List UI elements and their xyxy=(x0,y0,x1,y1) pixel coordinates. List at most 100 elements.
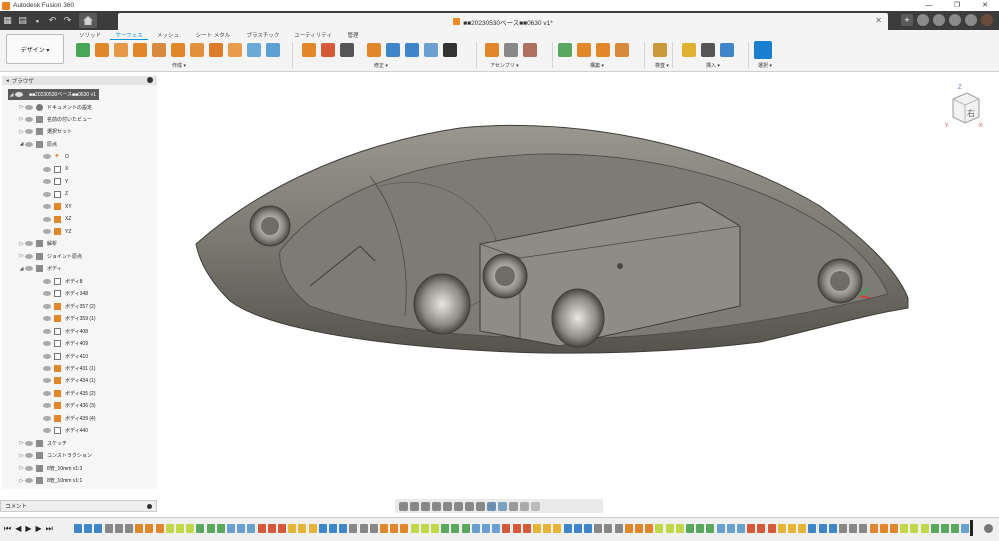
browser-item[interactable]: ボディ440 xyxy=(36,425,88,437)
timeline-feature-icon[interactable] xyxy=(74,524,82,533)
untrim-icon[interactable] xyxy=(321,43,335,57)
expand-toggle-icon[interactable]: ▷ xyxy=(18,478,25,484)
browser-item[interactable]: Y xyxy=(36,176,68,188)
tab-manage[interactable]: 管理 xyxy=(338,30,368,40)
environment-icon[interactable] xyxy=(509,501,518,511)
tab-surface[interactable]: サーフェス xyxy=(110,30,148,40)
timeline-feature-icon[interactable] xyxy=(349,524,358,533)
offset-plane-icon[interactable] xyxy=(558,43,572,57)
joint-icon[interactable] xyxy=(504,43,518,57)
timeline-feature-icon[interactable] xyxy=(686,524,694,533)
timeline-feature-icon[interactable] xyxy=(859,524,868,533)
timeline-feature-icon[interactable] xyxy=(145,524,154,533)
timeline-feature-icon[interactable] xyxy=(726,524,735,533)
browser-item[interactable]: ✦ O xyxy=(36,151,69,163)
browser-item[interactable]: X xyxy=(36,163,68,175)
timeline-feature-icon[interactable] xyxy=(288,524,297,533)
timeline-feature-icon[interactable] xyxy=(216,524,225,533)
tab-utility[interactable]: ユーティリティ xyxy=(288,30,338,40)
timeline-last-icon[interactable]: ⏭ xyxy=(46,524,53,534)
stitch-icon[interactable] xyxy=(405,43,419,57)
visibility-eye-icon[interactable] xyxy=(43,179,51,185)
browser-item[interactable]: ▷ スケッチ xyxy=(18,437,67,449)
timeline-feature-icon[interactable] xyxy=(614,524,623,533)
visibility-eye-icon[interactable] xyxy=(43,278,51,284)
timeline-feature-icon[interactable] xyxy=(318,524,327,533)
timeline-feature-icon[interactable] xyxy=(329,524,337,533)
plane-through-points-icon[interactable] xyxy=(615,43,629,57)
timeline-feature-icon[interactable] xyxy=(696,524,705,533)
redo-icon[interactable]: ↷ xyxy=(60,15,75,26)
visibility-eye-icon[interactable] xyxy=(43,428,51,434)
timeline-feature-icon[interactable] xyxy=(798,524,807,533)
visibility-eye-icon[interactable] xyxy=(43,216,51,222)
zoom-window-icon[interactable] xyxy=(443,501,452,511)
expand-toggle-icon[interactable]: ▷ xyxy=(18,241,25,247)
data-panel-grid-icon[interactable]: ▦ xyxy=(0,15,15,26)
visibility-eye-icon[interactable] xyxy=(43,403,51,409)
visibility-eye-icon[interactable] xyxy=(43,191,51,197)
patch-icon[interactable] xyxy=(171,43,185,57)
timeline-feature-icon[interactable] xyxy=(104,524,113,533)
visibility-eye-icon[interactable] xyxy=(43,415,51,421)
browser-item[interactable]: ◢ ボディ xyxy=(18,263,62,275)
object-visibility-icon[interactable] xyxy=(531,501,540,511)
expand-toggle-icon[interactable]: ▷ xyxy=(18,465,25,471)
save-icon[interactable]: ▪ xyxy=(30,16,45,26)
visibility-eye-icon[interactable] xyxy=(43,204,51,210)
visibility-eye-icon[interactable] xyxy=(43,303,51,309)
timeline-feature-icon[interactable] xyxy=(369,524,378,533)
timeline-feature-icon[interactable] xyxy=(114,524,123,533)
timeline-feature-icon[interactable] xyxy=(584,524,592,533)
insert-derive-icon[interactable] xyxy=(682,43,696,57)
grid-settings-icon[interactable] xyxy=(465,501,474,511)
minimize-button[interactable]: — xyxy=(915,0,943,11)
timeline-feature-icon[interactable] xyxy=(420,524,429,533)
maximize-button[interactable]: ❐ xyxy=(943,0,971,11)
unstitch-icon[interactable] xyxy=(424,43,438,57)
timeline-feature-icon[interactable] xyxy=(543,524,552,533)
help-icon[interactable] xyxy=(965,14,977,26)
timeline-play-icon[interactable]: ▶ xyxy=(25,524,31,534)
visibility-eye-icon[interactable] xyxy=(25,253,33,259)
browser-item[interactable]: ボディ410 xyxy=(36,350,88,362)
timeline-feature-icon[interactable] xyxy=(879,524,888,533)
browser-item[interactable]: Z xyxy=(36,188,68,200)
close-window-button[interactable]: ✕ xyxy=(971,0,999,11)
browser-item[interactable]: ボディ409 xyxy=(36,338,88,350)
browser-item[interactable]: ボディ359 (1) xyxy=(36,313,96,325)
split-body-icon[interactable] xyxy=(340,43,354,57)
expand-toggle-icon[interactable]: ▷ xyxy=(18,253,25,259)
expand-toggle-icon[interactable]: ▷ xyxy=(18,104,25,110)
browser-item[interactable]: ボディ435 (2) xyxy=(36,387,96,399)
visibility-eye-icon[interactable] xyxy=(25,241,33,247)
tab-solid[interactable]: ソリッド xyxy=(70,30,110,40)
document-tab[interactable]: ■■20230530ベース■■0630 v1* ✕ xyxy=(118,13,888,30)
browser-item[interactable]: ボディ436 (3) xyxy=(36,400,96,412)
visual-style-icon[interactable] xyxy=(498,501,507,511)
new-component-icon[interactable] xyxy=(485,43,499,57)
group-select[interactable]: 選択 ▾ xyxy=(758,62,772,69)
expand-toggle-icon[interactable]: ▷ xyxy=(18,129,25,135)
thicken-icon[interactable] xyxy=(247,43,261,57)
collapse-arrow-icon[interactable]: ◂ xyxy=(6,78,9,84)
visibility-eye-icon[interactable] xyxy=(43,390,51,396)
timeline-feature-icon[interactable] xyxy=(553,524,562,533)
browser-item[interactable]: ボディ408 xyxy=(36,325,88,337)
viewcube-face-label[interactable]: 右 xyxy=(967,108,975,118)
visibility-eye-icon[interactable] xyxy=(25,116,33,122)
model-viewport[interactable] xyxy=(160,76,940,496)
browser-item[interactable]: ボディ431 (1) xyxy=(36,362,96,374)
timeline-settings-icon[interactable] xyxy=(984,524,993,533)
timeline-feature-icon[interactable] xyxy=(186,524,195,533)
browser-item[interactable]: ボディ8 xyxy=(36,275,82,287)
timeline-feature-icon[interactable] xyxy=(594,524,603,533)
timeline-feature-icon[interactable] xyxy=(869,524,878,533)
timeline-feature-icon[interactable] xyxy=(227,524,235,533)
file-menu-icon[interactable]: ▤ xyxy=(15,15,30,26)
visibility-eye-icon[interactable] xyxy=(43,328,51,334)
browser-item[interactable]: ▷ 8管_10mm v1:3 xyxy=(18,462,82,474)
browser-item[interactable]: ▷ 8管_10mm v1:1 xyxy=(18,475,82,487)
timeline-feature-icon[interactable] xyxy=(237,524,246,533)
timeline-feature-icon[interactable] xyxy=(828,524,837,533)
